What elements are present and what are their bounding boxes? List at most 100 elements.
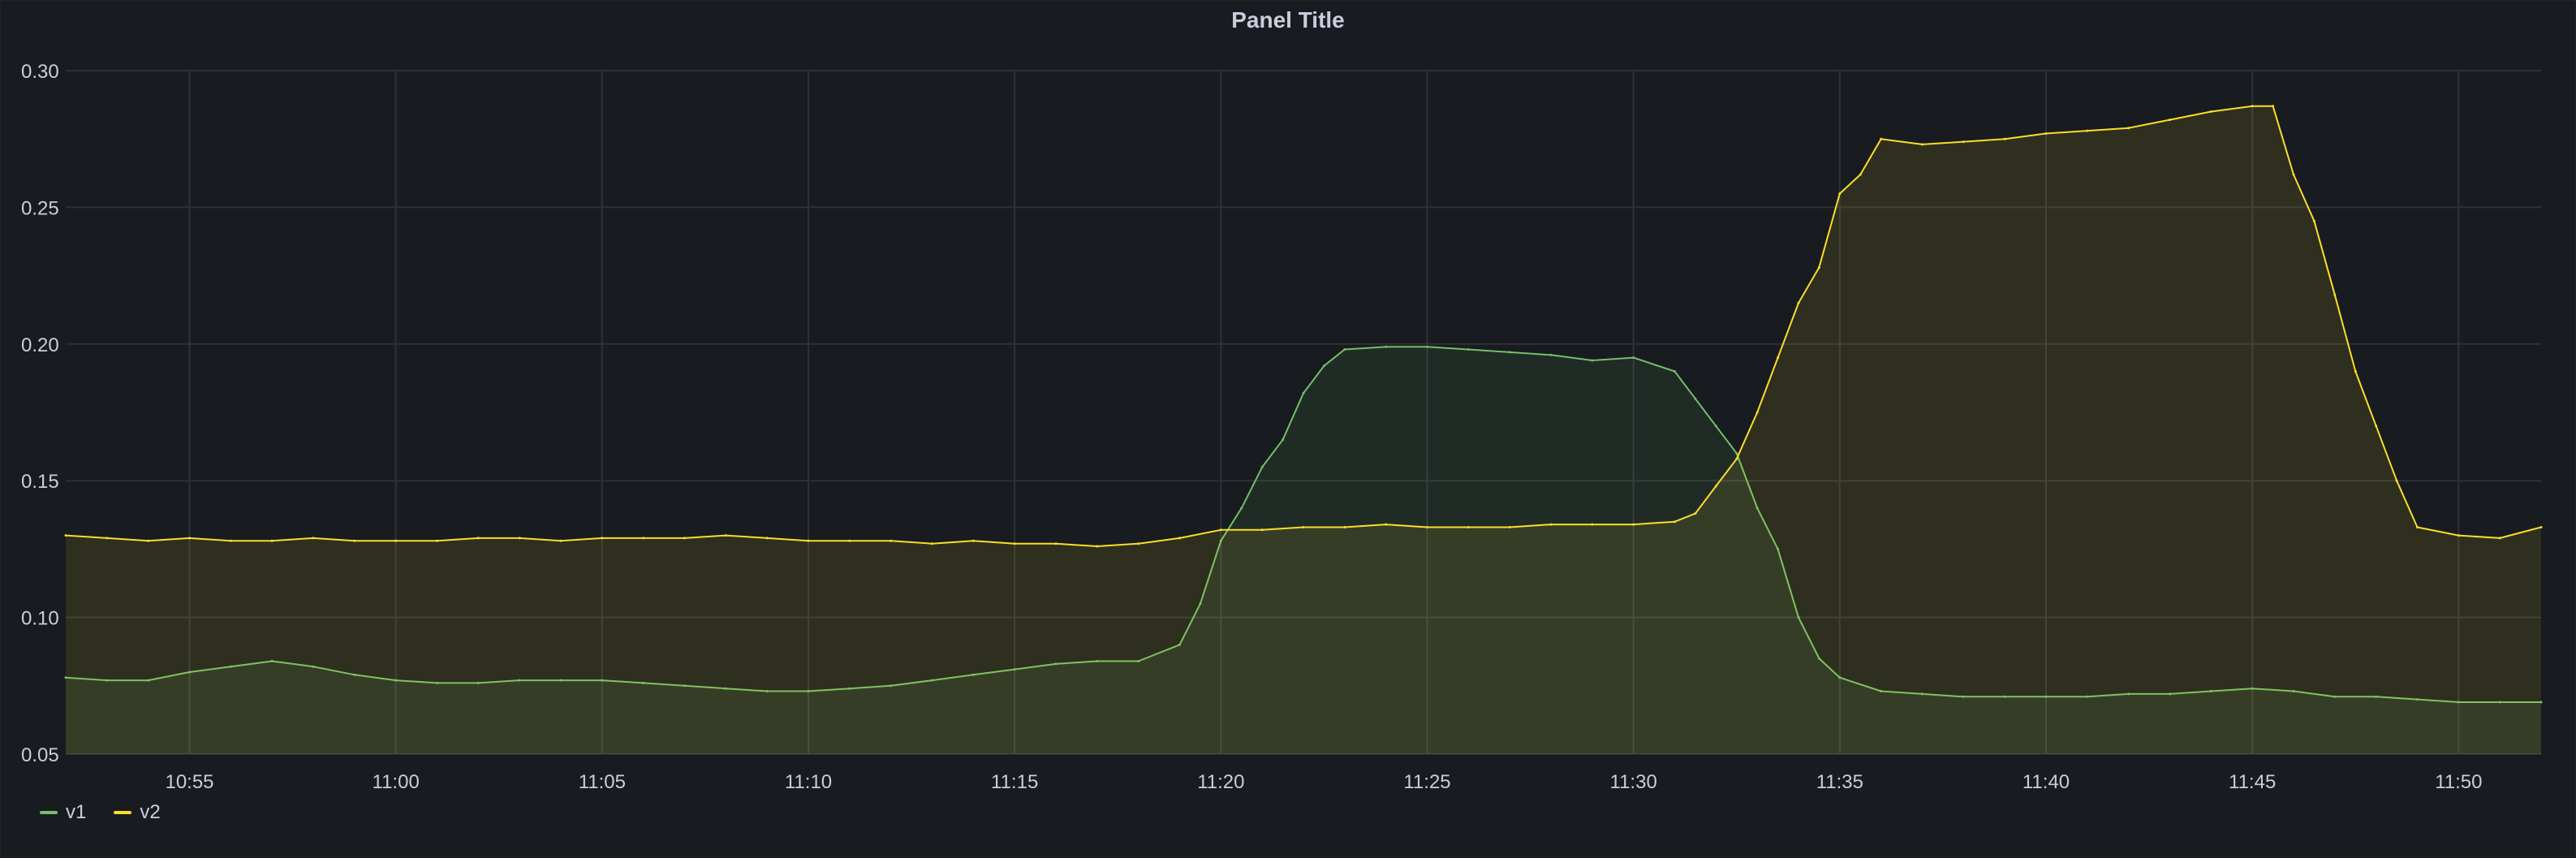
legend-label: v2 bbox=[140, 801, 161, 823]
data-point-v2 bbox=[1755, 411, 1759, 414]
data-point-v2 bbox=[1921, 143, 1923, 146]
graph-panel: Panel Title 0.05 0.10 0.15 0.20 0.25 0.30 10:5… bbox=[0, 0, 2576, 857]
legend-swatch bbox=[114, 811, 132, 814]
data-point-v2 bbox=[229, 539, 232, 542]
x-tick-label: 11:40 bbox=[2022, 771, 2070, 793]
data-point-v2 bbox=[2375, 425, 2378, 428]
data-point-v2 bbox=[2312, 219, 2315, 222]
data-point-v2 bbox=[807, 539, 810, 542]
data-point-v2 bbox=[2539, 526, 2543, 528]
data-point-v2 bbox=[1797, 301, 1800, 304]
x-tick-label: 11:05 bbox=[579, 771, 626, 793]
data-point-v2 bbox=[2044, 132, 2048, 135]
data-point-v2 bbox=[476, 537, 480, 540]
data-point-v1 bbox=[1322, 364, 1325, 368]
data-point-v1 bbox=[1694, 397, 1697, 400]
data-point-v2 bbox=[1817, 266, 1820, 269]
data-point-v2 bbox=[642, 537, 645, 540]
data-point-v2 bbox=[1549, 523, 1553, 526]
data-point-v2 bbox=[1632, 523, 1635, 526]
data-point-v2 bbox=[1694, 512, 1697, 515]
data-point-v2 bbox=[188, 537, 191, 540]
data-point-v1 bbox=[1735, 452, 1738, 455]
x-tick-label: 11:20 bbox=[1197, 771, 1244, 793]
legend-item-v1[interactable]: v1 bbox=[40, 801, 86, 824]
data-point-v2 bbox=[270, 539, 274, 542]
data-point-v2 bbox=[1467, 526, 1470, 528]
data-point-v2 bbox=[2498, 537, 2501, 540]
data-point-v2 bbox=[2209, 110, 2212, 113]
data-point-v2 bbox=[1219, 528, 1222, 532]
data-point-v2 bbox=[1178, 537, 1181, 540]
data-point-v2 bbox=[2251, 105, 2254, 108]
data-point-v2 bbox=[436, 539, 438, 542]
data-point-v2 bbox=[1385, 523, 1388, 526]
y-tick-label: 0.05 bbox=[21, 744, 59, 766]
data-point-v2 bbox=[683, 537, 686, 540]
time-series-chart[interactable]: 0.05 0.10 0.15 0.20 0.25 0.30 10:55 11:00 11:05 1… bbox=[1, 1, 2576, 858]
data-point-v2 bbox=[559, 539, 562, 542]
data-point-v2 bbox=[1508, 526, 1511, 528]
legend-swatch bbox=[40, 811, 58, 814]
data-point-v2 bbox=[1096, 545, 1099, 548]
data-point-v2 bbox=[2086, 129, 2089, 132]
data-point-v2 bbox=[147, 539, 150, 542]
data-point-v2 bbox=[1137, 542, 1140, 545]
x-tick-label: 11:35 bbox=[1816, 771, 1863, 793]
y-tick-label: 0.10 bbox=[21, 608, 59, 630]
data-point-v2 bbox=[1962, 140, 1965, 144]
data-point-v1 bbox=[1591, 359, 1594, 362]
y-tick-label: 0.25 bbox=[21, 197, 59, 219]
data-point-v1 bbox=[1632, 356, 1635, 360]
y-tick-label: 0.15 bbox=[21, 471, 59, 493]
data-point-v1 bbox=[1385, 345, 1388, 348]
data-point-v2 bbox=[394, 539, 398, 542]
data-point-v2 bbox=[2416, 526, 2419, 528]
data-point-v2 bbox=[2333, 293, 2337, 296]
x-tick-label: 11:50 bbox=[2435, 771, 2482, 793]
data-point-v2 bbox=[1674, 520, 1676, 524]
data-point-v2 bbox=[1343, 526, 1346, 528]
x-tick-label: 11:25 bbox=[1403, 771, 1450, 793]
data-point-v2 bbox=[1859, 173, 1862, 176]
data-point-v2 bbox=[931, 542, 933, 545]
data-point-v2 bbox=[765, 537, 769, 540]
data-point-v2 bbox=[106, 537, 109, 540]
data-point-v2 bbox=[1591, 523, 1594, 526]
data-point-v2 bbox=[1880, 137, 1883, 140]
data-point-v2 bbox=[1013, 542, 1016, 545]
data-point-v1 bbox=[1674, 370, 1676, 373]
data-point-v2 bbox=[2457, 534, 2460, 537]
x-tick-label: 11:00 bbox=[373, 771, 420, 793]
data-point-v1 bbox=[1260, 465, 1264, 468]
data-point-v1 bbox=[1302, 391, 1305, 395]
data-point-v2 bbox=[64, 534, 67, 537]
data-point-v2 bbox=[2272, 105, 2275, 108]
data-point-v2 bbox=[1426, 526, 1428, 528]
data-point-v2 bbox=[2354, 370, 2357, 373]
data-point-v2 bbox=[1054, 542, 1058, 545]
data-point-v2 bbox=[848, 539, 851, 542]
x-tick-label: 11:10 bbox=[785, 771, 832, 793]
x-tick-label: 11:30 bbox=[1610, 771, 1657, 793]
legend-item-v2[interactable]: v2 bbox=[114, 801, 161, 824]
data-point-v2 bbox=[1838, 192, 1842, 196]
x-tick-label: 10:55 bbox=[165, 771, 213, 793]
data-point-v2 bbox=[1302, 526, 1305, 528]
data-point-v2 bbox=[2395, 479, 2398, 482]
data-point-v1 bbox=[1714, 425, 1717, 428]
data-point-v2 bbox=[312, 537, 315, 540]
legend-label: v1 bbox=[66, 801, 87, 823]
x-tick-label: 11:45 bbox=[2229, 771, 2276, 793]
data-point-v1 bbox=[1282, 438, 1285, 442]
data-point-v2 bbox=[1735, 457, 1738, 460]
y-tick-label: 0.20 bbox=[21, 334, 59, 356]
data-point-v2 bbox=[971, 539, 975, 542]
data-point-v2 bbox=[890, 539, 893, 542]
data-point-v2 bbox=[601, 537, 604, 540]
data-point-v2 bbox=[2292, 173, 2295, 176]
data-point-v2 bbox=[353, 539, 356, 542]
legend: v1 v2 bbox=[40, 801, 161, 824]
data-point-v1 bbox=[1240, 507, 1243, 510]
x-tick-label: 11:15 bbox=[991, 771, 1038, 793]
